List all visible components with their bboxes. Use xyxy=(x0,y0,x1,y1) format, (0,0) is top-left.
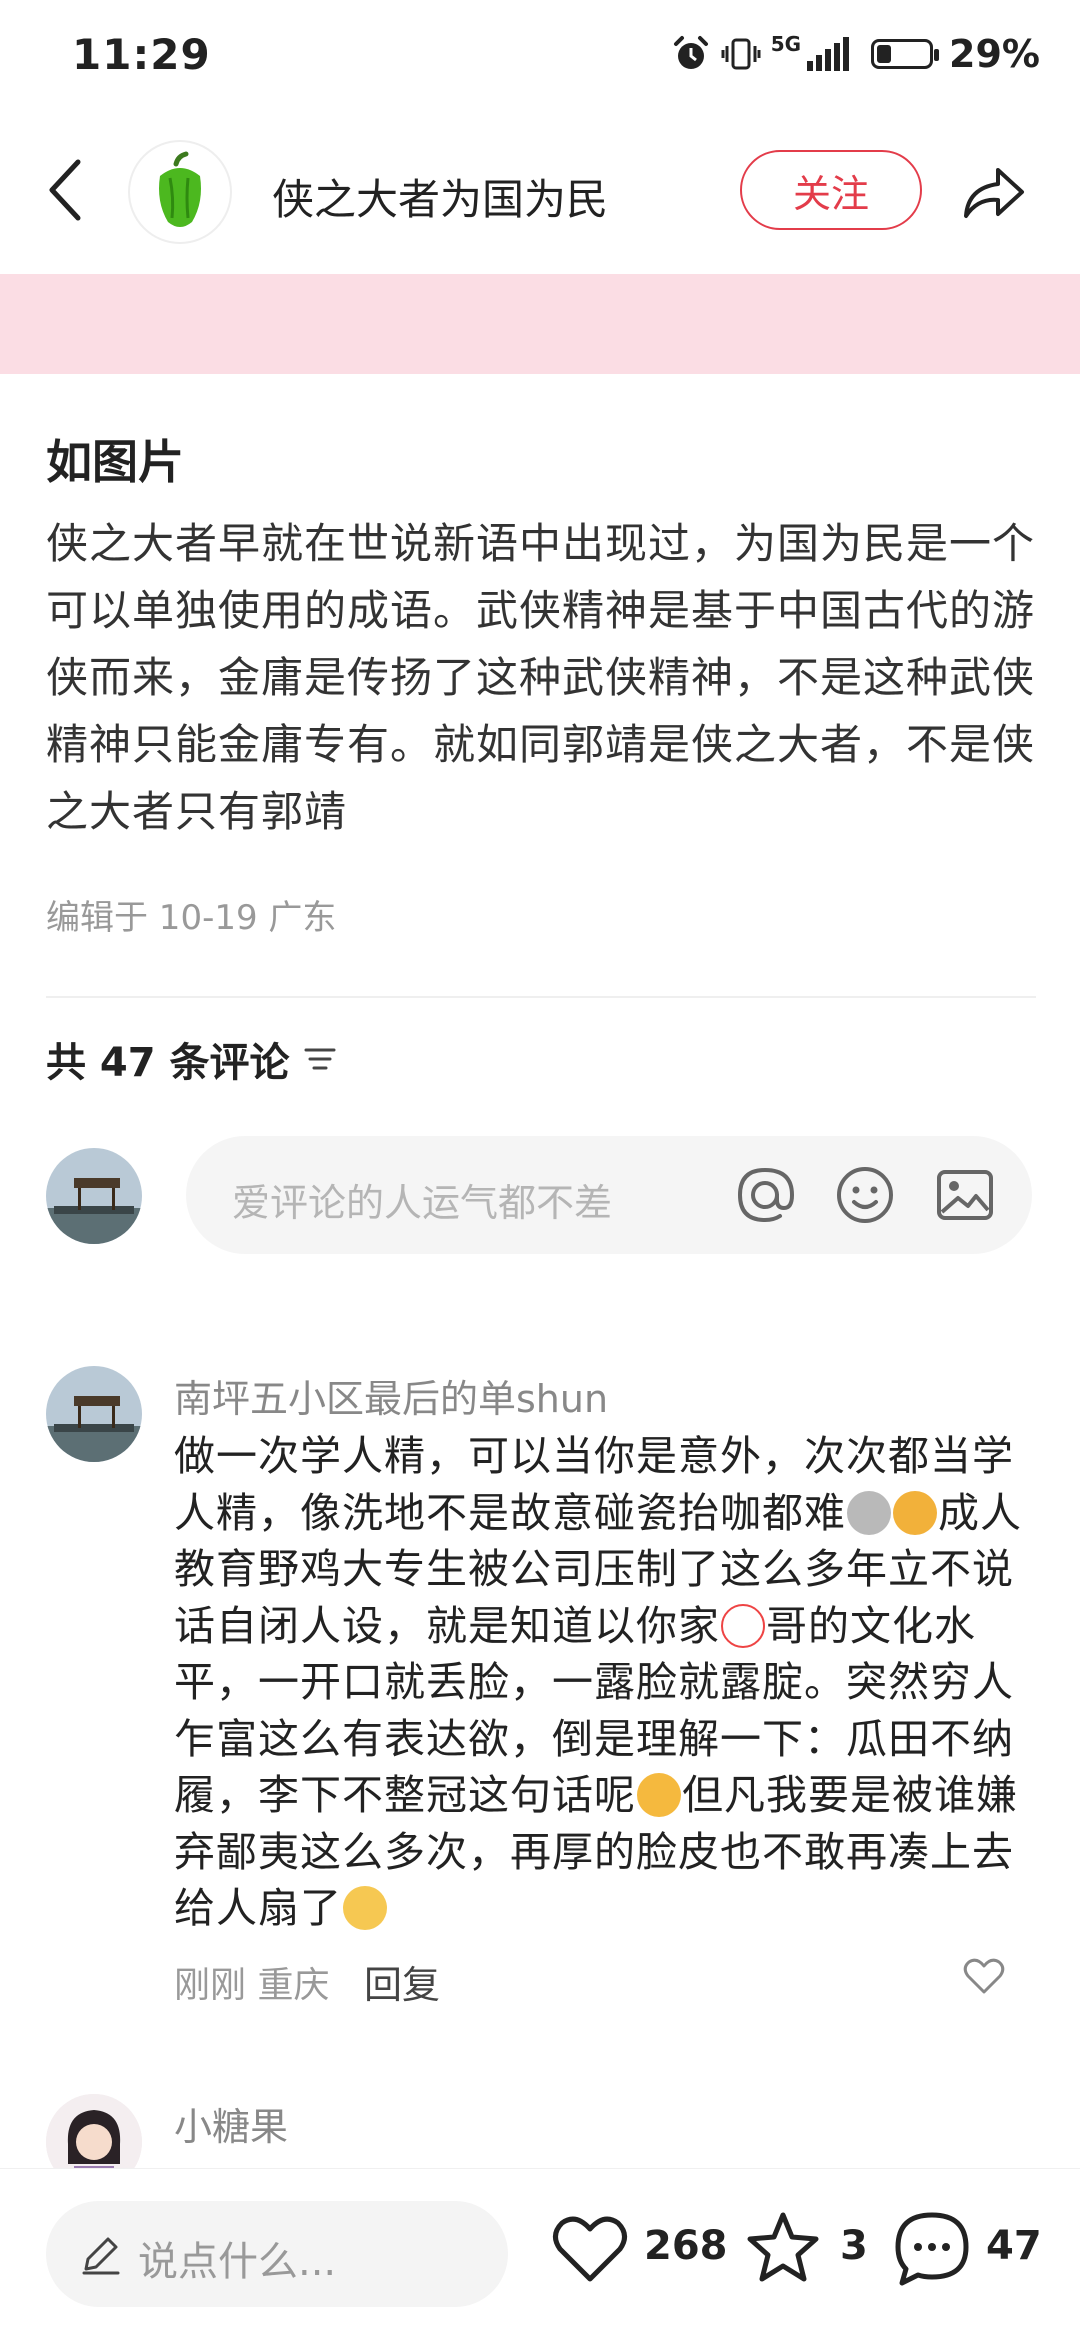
stars-count: 3 xyxy=(840,2223,868,2269)
pencil-icon xyxy=(82,2237,120,2275)
my-avatar[interactable] xyxy=(46,1148,142,1244)
battery-percent: 29% xyxy=(949,32,1040,76)
network-label: 5G xyxy=(770,32,802,56)
comment-time: 刚刚 xyxy=(174,1965,247,2006)
angry-cat-emoji-icon xyxy=(893,1490,937,1535)
cat-emoji-icon xyxy=(847,1490,891,1535)
reply-button[interactable]: 回复 xyxy=(364,1954,440,2009)
dog-emoji-icon xyxy=(343,1886,387,1930)
comment-author[interactable]: 小糖果 xyxy=(174,2096,288,2151)
battery-icon xyxy=(871,39,940,69)
sort-icon[interactable] xyxy=(302,1042,338,1076)
status-icons: 5G 29% xyxy=(671,32,1040,76)
laughing-cat-emoji-icon xyxy=(637,1773,681,1817)
bottom-bar: 说点什么... 268 3 47 xyxy=(0,2168,1080,2341)
top-banner xyxy=(0,274,1080,374)
say-something-input[interactable]: 说点什么... xyxy=(46,2201,508,2307)
post-body: 侠之大者早就在世说新语中出现过，为国为民是一个可以单独使用的成语。武侠精神是基于… xyxy=(46,519,1036,836)
avatar-image xyxy=(46,1148,142,1244)
status-time: 11:29 xyxy=(72,30,211,79)
comments-count: 共 47 条评论 xyxy=(46,1040,290,1086)
comment-input-placeholder: 爱评论的人运气都不差 xyxy=(232,1181,613,1225)
comment-text: 做一次学人精，可以当你是意外，次次都当学人精，像洗地不是故意碰瓷抬咖都难 成人教育… xyxy=(174,1428,1042,1937)
comment-input[interactable]: 爱评论的人运气都不差 xyxy=(186,1136,1032,1254)
like-heart-icon[interactable] xyxy=(962,1954,1006,1998)
post-edit-meta: 编辑于 10-19 广东 xyxy=(46,898,337,938)
green-pepper-logo xyxy=(159,151,201,227)
star-icon[interactable] xyxy=(742,2207,824,2289)
back-arrow-icon[interactable] xyxy=(40,150,90,230)
comment-author[interactable]: 南坪五小区最后的单shun xyxy=(174,1368,608,1423)
image-icon[interactable] xyxy=(934,1164,996,1226)
vibrate-icon xyxy=(721,38,761,70)
alarm-icon xyxy=(673,36,708,69)
heart-icon[interactable] xyxy=(550,2209,630,2289)
topic-avatar[interactable] xyxy=(128,140,232,244)
at-icon[interactable] xyxy=(734,1164,796,1226)
page-title: 侠之大者为国为民 xyxy=(272,175,609,224)
signal-icon xyxy=(807,37,850,71)
emoji-icon[interactable] xyxy=(834,1164,896,1226)
likes-count: 268 xyxy=(644,2223,728,2269)
comment-meta: 刚刚 重庆 xyxy=(174,1956,329,2008)
say-something-placeholder: 说点什么... xyxy=(138,2239,337,2285)
chicken-emoji-icon xyxy=(721,1603,765,1648)
post-title: 如图片 xyxy=(46,435,184,489)
divider xyxy=(46,996,1036,998)
comments-count-bottom: 47 xyxy=(986,2223,1042,2269)
comment-bubble-icon[interactable] xyxy=(890,2207,974,2291)
status-bar: 11:29 5G 29% xyxy=(0,0,1080,120)
comment-location: 重庆 xyxy=(257,1965,330,2006)
follow-button[interactable]: 关注 xyxy=(740,150,922,230)
avatar-image xyxy=(46,1366,142,1462)
comment-avatar[interactable] xyxy=(46,1366,142,1462)
share-icon[interactable] xyxy=(958,158,1028,228)
